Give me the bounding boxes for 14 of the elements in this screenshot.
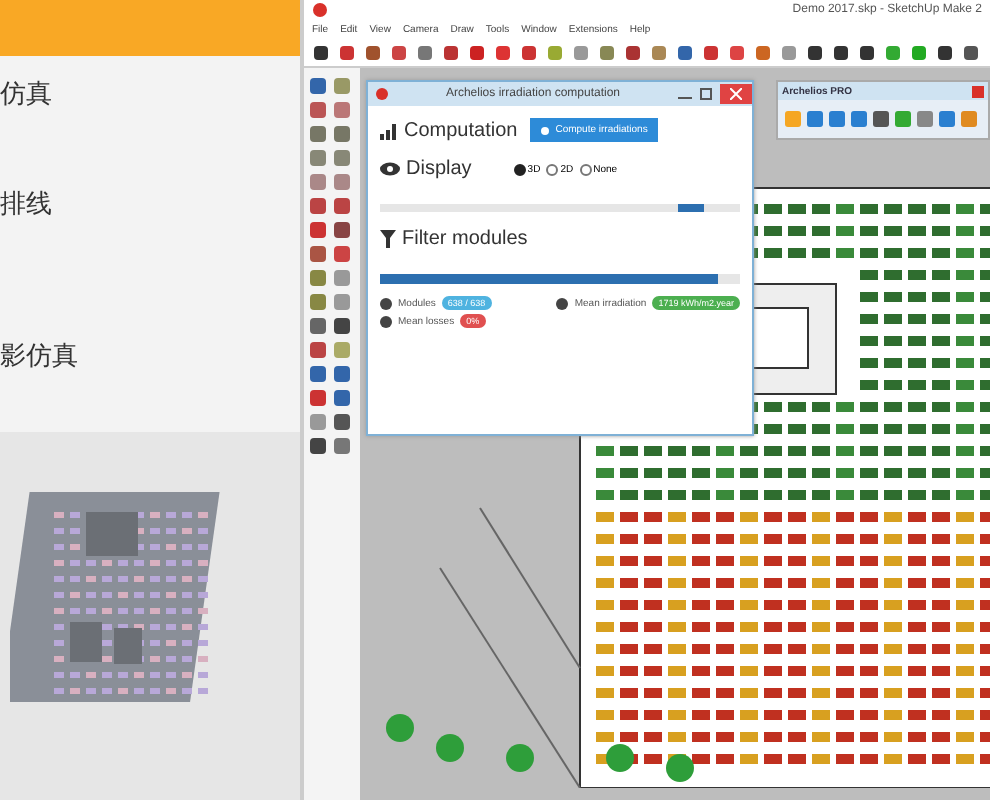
section-heading: Filter modules [402,228,528,250]
eye-icon [380,162,400,176]
funnel-icon [380,230,396,248]
section-heading: Display [406,158,472,180]
menu-item[interactable]: 仿真 [0,76,300,135]
menu-item[interactable]: 排线 [0,186,300,246]
app-logo-icon [376,88,388,100]
section-heading: Computation [404,119,518,141]
menu-item[interactable]: 影仿真 [0,337,300,396]
close-button[interactable] [720,84,752,104]
app-logo-icon [312,2,328,18]
maximize-icon [700,88,712,100]
signal-bars-icon [380,121,398,139]
stat-icon [556,297,569,309]
